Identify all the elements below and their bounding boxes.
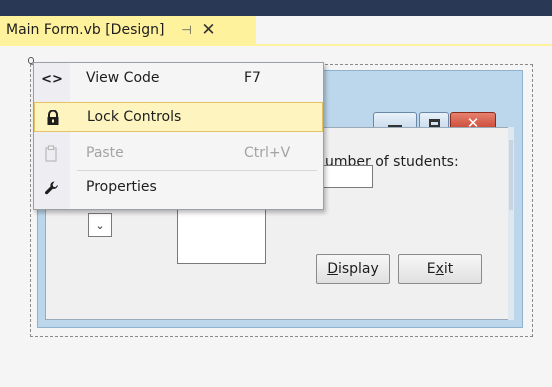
- menu-item-view-code[interactable]: <> View Code F7: [34, 64, 323, 94]
- close-tab-icon[interactable]: ✕: [200, 20, 216, 40]
- chevron-down-icon: ⌄: [95, 218, 105, 232]
- display-button[interactable]: Display: [316, 254, 390, 284]
- document-tab[interactable]: Main Form.vb [Design] ⊣ ✕: [0, 16, 256, 44]
- menu-item-paste[interactable]: Paste Ctrl+V: [34, 139, 323, 169]
- display-mnemonic: D: [327, 261, 338, 277]
- code-icon: <>: [41, 71, 63, 87]
- menu-item-shortcut: F7: [244, 70, 261, 86]
- menu-item-label: Properties: [86, 179, 157, 195]
- exit-mnemonic: x: [435, 261, 444, 277]
- tab-title: Main Form.vb [Design]: [6, 22, 165, 38]
- paste-icon: [34, 139, 70, 169]
- exit-button[interactable]: Ex it: [398, 254, 482, 284]
- menu-item-label: View Code: [86, 70, 160, 86]
- menu-item-shortcut: Ctrl+V: [244, 145, 291, 161]
- wrench-icon: [34, 173, 70, 203]
- lock-icon: [35, 103, 71, 133]
- pin-icon[interactable]: ⊣: [178, 23, 194, 37]
- exit-label-before: E: [426, 261, 436, 277]
- menu-item-label: Lock Controls: [87, 109, 182, 125]
- exit-label-after: it: [443, 261, 454, 277]
- maximize-icon: [428, 119, 440, 127]
- scrollbar-thumb[interactable]: [509, 140, 513, 210]
- display-label-rest: isplay: [337, 261, 379, 277]
- menu-item-label: Paste: [86, 145, 124, 161]
- menu-item-lock-controls[interactable]: Lock Controls: [34, 102, 323, 132]
- students-textbox[interactable]: [321, 165, 373, 188]
- menu-separator: [77, 170, 317, 171]
- ide-top-bar: [0, 0, 552, 16]
- menu-item-properties[interactable]: Properties: [34, 173, 323, 203]
- combo-dropdown-button[interactable]: ⌄: [88, 213, 112, 237]
- tab-underline: [0, 44, 552, 46]
